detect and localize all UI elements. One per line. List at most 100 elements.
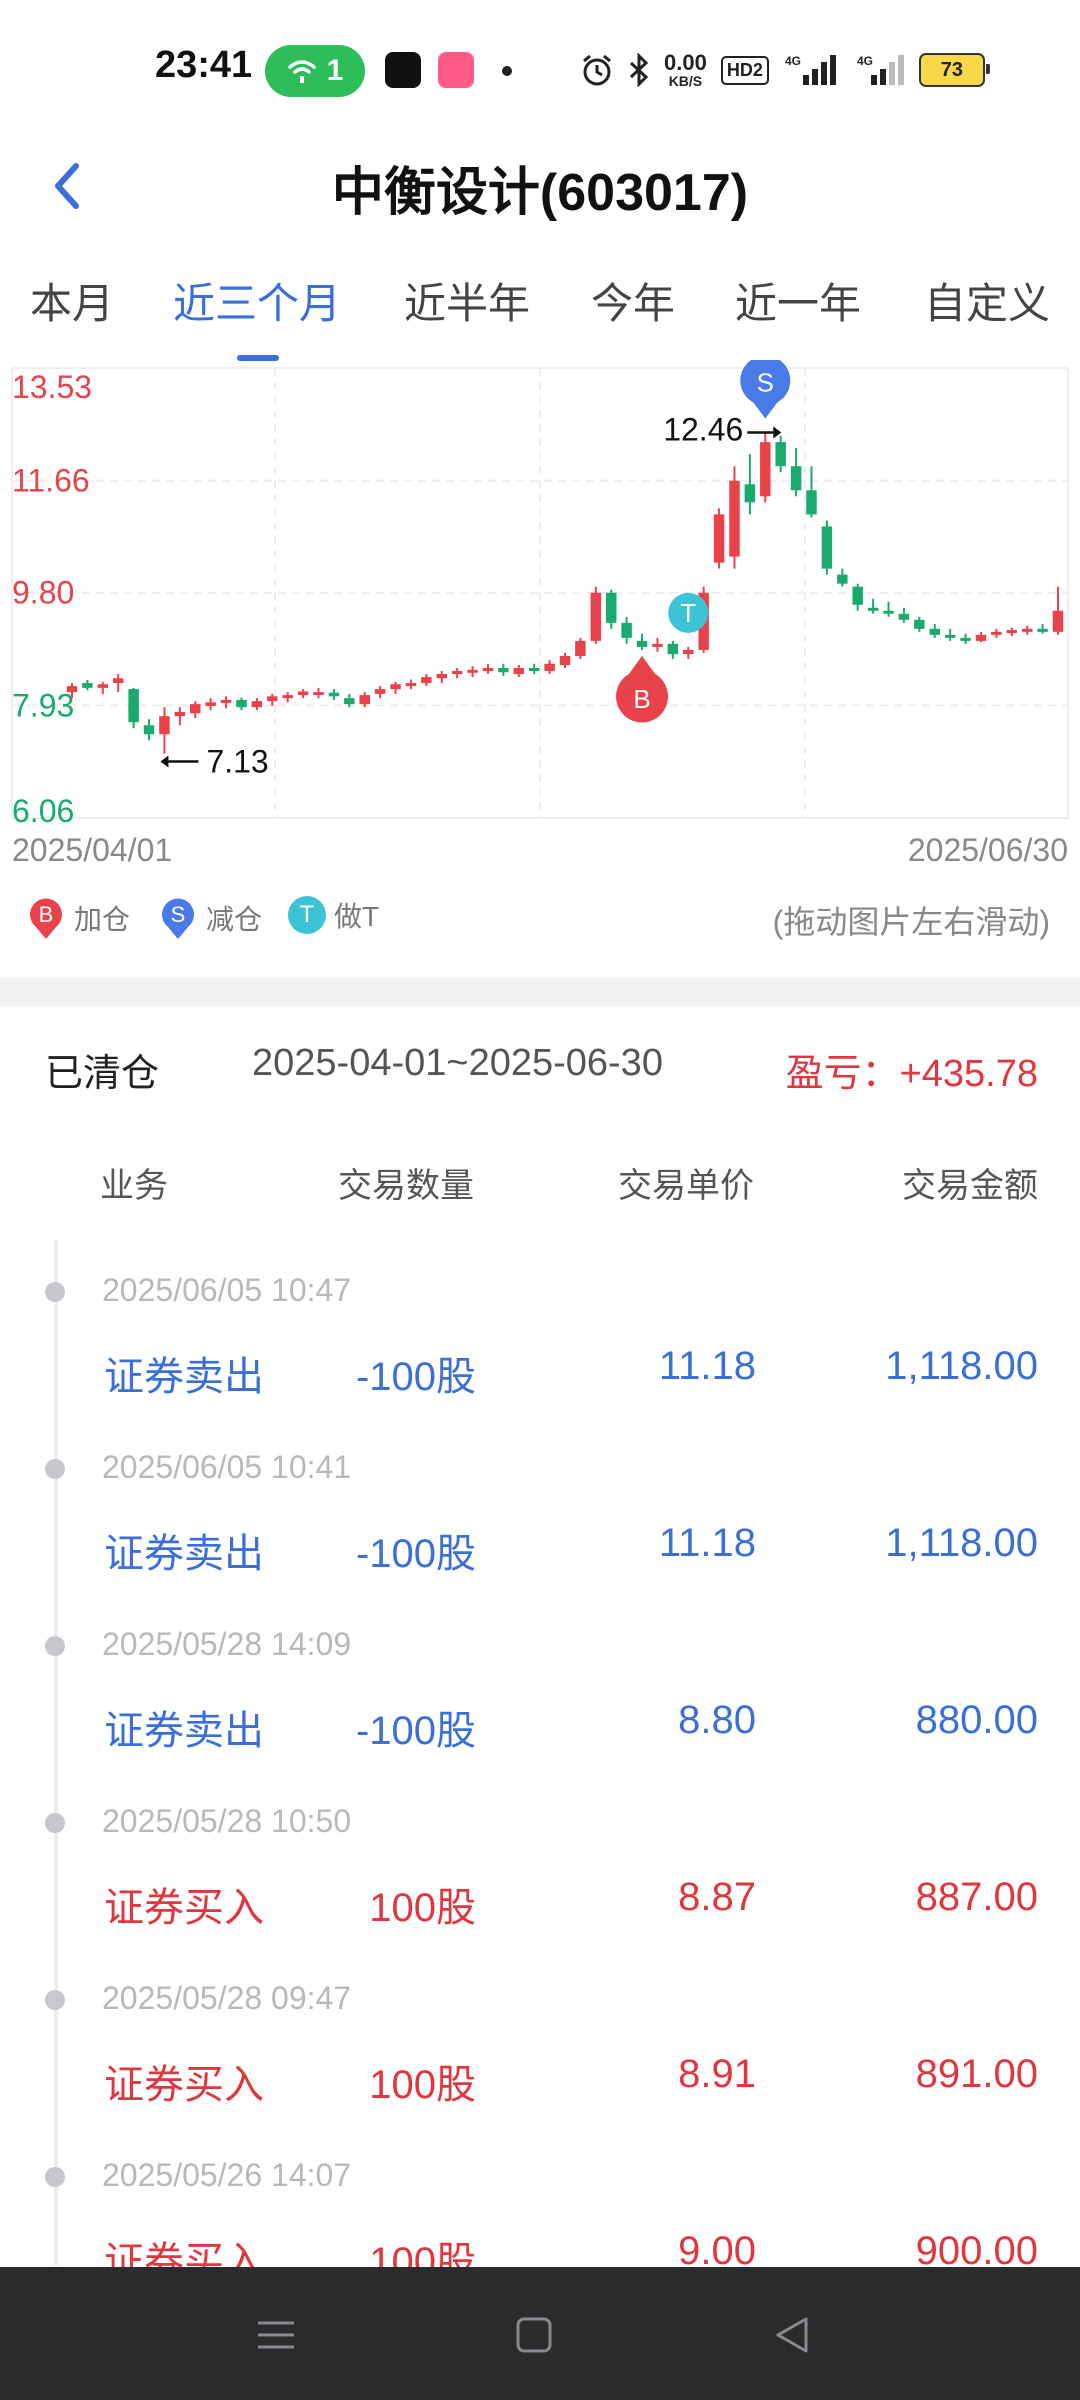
trade-time: 2025/06/05 10:47 [102, 1272, 352, 1308]
drag-hint: (拖动图片左右滑动) [772, 904, 1050, 940]
trade-price: 8.80 [678, 1698, 756, 1742]
app-header: 中衡设计(603017) [0, 140, 1080, 230]
candle-body [282, 695, 293, 699]
candle-body [313, 692, 324, 696]
svg-text:S: S [171, 902, 186, 927]
candle-body [359, 695, 370, 705]
candle-body [405, 683, 417, 687]
chart-start-date: 2025/04/01 [12, 832, 173, 868]
candle-body [421, 677, 432, 684]
tab-this-month[interactable]: 本月 [30, 270, 114, 331]
candle-body [174, 711, 186, 717]
marker-t-label: T [680, 598, 696, 628]
legend-do-t: T 做T [288, 895, 379, 935]
section-divider [0, 978, 1080, 1006]
bluetooth-icon [629, 53, 649, 87]
trade-time: 2025/06/05 10:41 [102, 1449, 352, 1485]
candle-body [498, 668, 509, 673]
candle-body [898, 613, 910, 620]
page-title: 中衡设计(603017) [331, 164, 749, 222]
wifi-icon [287, 60, 316, 83]
candle-body [683, 649, 694, 655]
trade-record[interactable]: 2025/06/05 10:41 证券卖出 -100股 11.18 1,118.… [0, 1439, 1080, 1616]
circle-t-icon: T [288, 896, 326, 934]
legend-label: 做T [334, 901, 380, 932]
home-square-icon [516, 2317, 552, 2353]
back-nav-button[interactable] [762, 2305, 822, 2365]
candlestick-chart[interactable]: 13.53 11.66 9.80 7.93 6.06 12.46 7.13 B S T [0, 360, 1080, 880]
timeline-dot [45, 1813, 65, 1833]
battery-icon: 73 [918, 53, 990, 87]
legend-label: 减仓 [206, 904, 263, 935]
tiktok-icon [385, 52, 421, 88]
candle-body [205, 702, 216, 706]
svg-text:4G: 4G [857, 54, 873, 68]
y-tick-label: 13.53 [12, 369, 92, 405]
trade-amount: 891.00 [915, 2052, 1038, 2096]
tab-three-months[interactable]: 近三个月 [173, 270, 341, 331]
y-tick-label: 11.66 [12, 463, 90, 499]
candle-body [867, 607, 879, 611]
candle-body [837, 574, 848, 584]
candle-body [436, 674, 447, 679]
trade-amount: 1,118.00 [885, 1521, 1038, 1565]
candle-body [929, 628, 940, 635]
trade-price: 8.91 [678, 2052, 756, 2096]
candle-body [528, 668, 540, 672]
candle-body [590, 592, 602, 641]
candle-body [975, 634, 987, 641]
candle-body [544, 663, 555, 672]
col-business: 业务 [100, 1167, 168, 1205]
candle-body [1037, 628, 1048, 632]
net-speed: 0.00 KB/S [664, 50, 707, 89]
tab-this-year[interactable]: 今年 [591, 270, 675, 331]
tab-custom[interactable]: 自定义 [924, 270, 1050, 331]
kuaishou-icon [438, 52, 474, 88]
trade-amount: 880.00 [915, 1698, 1038, 1742]
chart-legend: B 加仓 S 减仓 T 做T (拖动图片左右滑动) [0, 895, 1080, 945]
svg-text:4G: 4G [785, 54, 801, 68]
candle-body [344, 698, 355, 705]
menu-button[interactable] [246, 2305, 306, 2365]
trade-record[interactable]: 2025/06/05 10:47 证券卖出 -100股 11.18 1,118.… [0, 1262, 1080, 1439]
candle-body [575, 640, 586, 656]
notification-dot [502, 66, 512, 76]
period-tabs: 本月 近三个月 近半年 今年 近一年 自定义 [0, 270, 1080, 361]
candle-body [190, 704, 201, 714]
tab-one-year[interactable]: 近一年 [735, 270, 861, 331]
candle-body [513, 668, 525, 675]
trade-row: 证券买入 100股 8.87 887.00 [0, 1875, 1080, 1935]
marker-b-label: B [633, 684, 650, 714]
trade-price: 8.87 [678, 1875, 756, 1919]
pin-s-icon: S [162, 898, 194, 939]
trade-qty: 100股 [369, 2063, 476, 2107]
candle-body [667, 643, 679, 655]
profit-loss: 盈亏：+435.78 [785, 1053, 1038, 1095]
candle-body [482, 668, 494, 672]
timeline-dot [45, 1282, 65, 1302]
trade-type: 证券卖出 [104, 1709, 264, 1753]
trade-record[interactable]: 2025/05/28 10:50 证券买入 100股 8.87 887.00 [0, 1793, 1080, 1970]
candle-body [883, 610, 894, 614]
wifi-hotspot-pill[interactable]: 1 [265, 45, 365, 97]
tab-half-year[interactable]: 近半年 [404, 270, 530, 331]
trade-price: 11.18 [658, 1344, 756, 1388]
trade-time: 2025/05/28 09:47 [102, 1980, 352, 2016]
low-arrow-head [160, 755, 169, 768]
legend-label: 加仓 [74, 904, 131, 935]
trade-qty: -100股 [355, 1532, 476, 1576]
trade-record[interactable]: 2025/05/28 14:09 证券卖出 -100股 8.80 880.00 [0, 1616, 1080, 1793]
candle-body [744, 484, 756, 503]
chart-svg[interactable]: 13.53 11.66 9.80 7.93 6.06 12.46 7.13 B S T [0, 360, 1080, 830]
candle-body [960, 637, 971, 641]
candle-body [374, 689, 386, 694]
candle-body [82, 683, 93, 688]
trade-row: 证券卖出 -100股 11.18 1,118.00 [0, 1521, 1080, 1581]
trade-record[interactable]: 2025/05/28 09:47 证券买入 100股 8.91 891.00 [0, 1970, 1080, 2147]
signal-icon: 4G [785, 54, 836, 85]
candle-body [914, 619, 925, 629]
candle-body [390, 684, 401, 690]
position-status: 已清仓 [45, 1053, 160, 1095]
candle-body [251, 701, 263, 708]
home-button[interactable] [504, 2305, 564, 2365]
